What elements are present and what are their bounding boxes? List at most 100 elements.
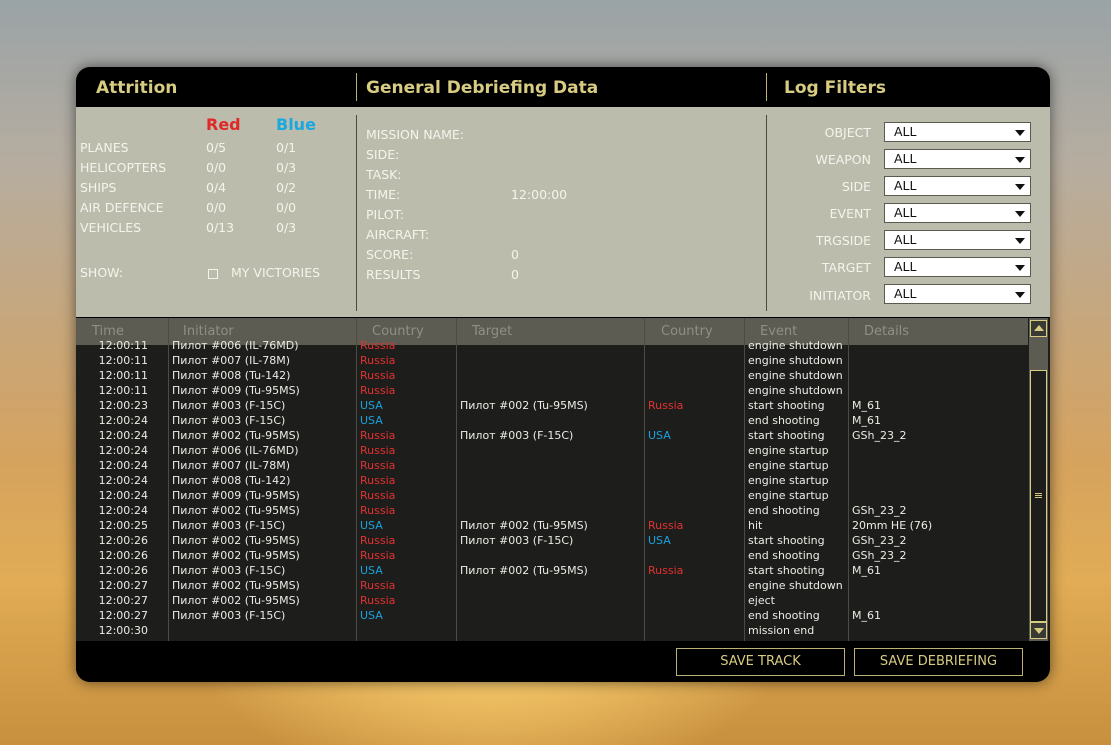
cell-details: M_61 [852, 564, 881, 577]
cell-event: mission end [748, 624, 815, 637]
cell-target-country: USA [648, 429, 671, 442]
chevron-down-icon [1034, 628, 1044, 634]
table-row[interactable]: 12:00:23 Пилот #003 (F-15C) USA Пилот #002 … [76, 398, 1028, 413]
cell-country: Russia [360, 534, 396, 547]
event-filter-value: ALL [894, 205, 917, 220]
cell-initiator: Пилот #007 (IL-78M) [172, 459, 291, 472]
cell-country: USA [360, 399, 383, 412]
cell-event: engine startup [748, 459, 829, 472]
pilot-label: PILOT: [366, 207, 405, 222]
general-debriefing-header: General Debriefing Data [366, 78, 599, 98]
cell-country: Russia [360, 504, 396, 517]
score-value: 0 [511, 247, 519, 262]
cell-target: Пилот #003 (F-15C) [460, 429, 574, 442]
cell-time: 12:00:26 [98, 549, 148, 562]
table-row[interactable]: 12:00:24 Пилот #008 (Tu-142) Russia engine … [76, 473, 1028, 488]
attrition-red-value: 0/13 [206, 220, 235, 235]
table-row[interactable]: 12:00:26 Пилот #002 (Tu-95MS) Russia Пилот … [76, 533, 1028, 548]
attrition-red-value: 0/0 [206, 200, 227, 215]
cell-initiator: Пилот #003 (F-15C) [172, 564, 286, 577]
table-row[interactable]: 12:00:24 Пилот #003 (F-15C) USA end shootin… [76, 413, 1028, 428]
cell-event: engine shutdown [748, 369, 843, 382]
task-label: TASK: [366, 167, 402, 182]
cell-time: 12:00:24 [98, 459, 148, 472]
target-filter-select[interactable]: ALL [884, 257, 1031, 277]
cell-time: 12:00:25 [98, 519, 148, 532]
initiator-filter-value: ALL [894, 286, 917, 301]
chevron-down-icon [1015, 265, 1025, 271]
filter-label-trgside: TRGSIDE [815, 233, 871, 248]
table-row[interactable]: 12:00:11 Пилот #006 (IL-76MD) Russia engine… [76, 338, 1028, 353]
chevron-down-icon [1015, 157, 1025, 163]
cell-country: Russia [360, 339, 396, 352]
attrition-blue-value: 0/1 [276, 140, 297, 155]
cell-event: start shooting [748, 429, 825, 442]
cell-initiator: Пилот #003 (F-15C) [172, 519, 286, 532]
table-row[interactable]: 12:00:27 Пилот #002 (Tu-95MS) Russia engine… [76, 578, 1028, 593]
cell-details: M_61 [852, 609, 881, 622]
attrition-header: Attrition [96, 78, 178, 98]
cell-event: hit [748, 519, 763, 532]
my-victories-checkbox[interactable] [208, 269, 218, 279]
cell-initiator: Пилот #002 (Tu-95MS) [172, 504, 300, 517]
cell-time: 12:00:26 [98, 534, 148, 547]
log-scrollbar[interactable] [1029, 318, 1048, 641]
cell-country: Russia [360, 429, 396, 442]
table-row[interactable]: 12:00:11 Пилот #007 (IL-78M) Russia engine … [76, 353, 1028, 368]
time-value: 12:00:00 [511, 187, 568, 202]
table-row[interactable]: 12:00:11 Пилот #009 (Tu-95MS) Russia engine… [76, 383, 1028, 398]
cell-event: end shooting [748, 609, 820, 622]
cell-initiator: Пилот #002 (Tu-95MS) [172, 594, 300, 607]
table-row[interactable]: 12:00:27 Пилот #002 (Tu-95MS) Russia eject [76, 593, 1028, 608]
save-debriefing-button[interactable]: SAVE DEBRIEFING [854, 648, 1023, 676]
weapon-filter-select[interactable]: ALL [884, 149, 1031, 169]
cell-initiator: Пилот #008 (Tu-142) [172, 369, 291, 382]
table-row[interactable]: 12:00:24 Пилот #002 (Tu-95MS) Russia Пилот … [76, 428, 1028, 443]
cell-initiator: Пилот #002 (Tu-95MS) [172, 549, 300, 562]
cell-event: engine shutdown [748, 339, 843, 352]
table-row[interactable]: 12:00:25 Пилот #003 (F-15C) USA Пилот #002 … [76, 518, 1028, 533]
cell-time: 12:00:24 [98, 504, 148, 517]
event-filter-select[interactable]: ALL [884, 203, 1031, 223]
cell-country: Russia [360, 579, 396, 592]
trgside-filter-select[interactable]: ALL [884, 230, 1031, 250]
scroll-up-button[interactable] [1030, 320, 1047, 337]
time-label: TIME: [366, 187, 401, 202]
cell-event: engine startup [748, 489, 829, 502]
side-filter-select[interactable]: ALL [884, 176, 1031, 196]
trgside-filter-value: ALL [894, 232, 917, 247]
table-row[interactable]: 12:00:24 Пилот #006 (IL-76MD) Russia engine… [76, 443, 1028, 458]
initiator-filter-select[interactable]: ALL [884, 284, 1031, 304]
my-victories-label[interactable]: MY VICTORIES [231, 265, 320, 280]
table-row[interactable]: 12:00:24 Пилот #009 (Tu-95MS) Russia engine… [76, 488, 1028, 503]
cell-details: GSh_23_2 [852, 549, 907, 562]
cell-target: Пилот #002 (Tu-95MS) [460, 519, 588, 532]
cell-country: Russia [360, 369, 396, 382]
cell-event: engine shutdown [748, 384, 843, 397]
cell-time: 12:00:27 [98, 579, 148, 592]
table-row[interactable]: 12:00:26 Пилот #003 (F-15C) USA Пилот #002 … [76, 563, 1028, 578]
cell-country: Russia [360, 384, 396, 397]
cell-event: end shooting [748, 504, 820, 517]
table-row[interactable]: 12:00:24 Пилот #007 (IL-78M) Russia engine … [76, 458, 1028, 473]
attrition-label: HELICOPTERS [80, 160, 167, 175]
table-row[interactable]: 12:00:11 Пилот #008 (Tu-142) Russia engine … [76, 368, 1028, 383]
grip-line [1035, 495, 1042, 496]
cell-event: eject [748, 594, 775, 607]
cell-time: 12:00:24 [98, 414, 148, 427]
cell-country: USA [360, 414, 383, 427]
object-filter-select[interactable]: ALL [884, 122, 1031, 142]
cell-target-country: USA [648, 534, 671, 547]
table-row[interactable]: 12:00:26 Пилот #002 (Tu-95MS) Russia end sh… [76, 548, 1028, 563]
cell-time: 12:00:11 [98, 354, 148, 367]
scroll-thumb[interactable] [1030, 370, 1047, 622]
object-filter-value: ALL [894, 124, 917, 139]
table-row[interactable]: 12:00:30 mission end [76, 623, 1028, 638]
footer-bar: SAVE TRACK SAVE DEBRIEFING [76, 642, 1050, 682]
table-row[interactable]: 12:00:27 Пилот #003 (F-15C) USA end shootin… [76, 608, 1028, 623]
save-track-button[interactable]: SAVE TRACK [676, 648, 845, 676]
attrition-label: VEHICLES [80, 220, 142, 235]
scroll-down-button[interactable] [1030, 622, 1047, 639]
table-row[interactable]: 12:00:24 Пилот #002 (Tu-95MS) Russia end sh… [76, 503, 1028, 518]
attrition-blue-value: 0/3 [276, 160, 297, 175]
